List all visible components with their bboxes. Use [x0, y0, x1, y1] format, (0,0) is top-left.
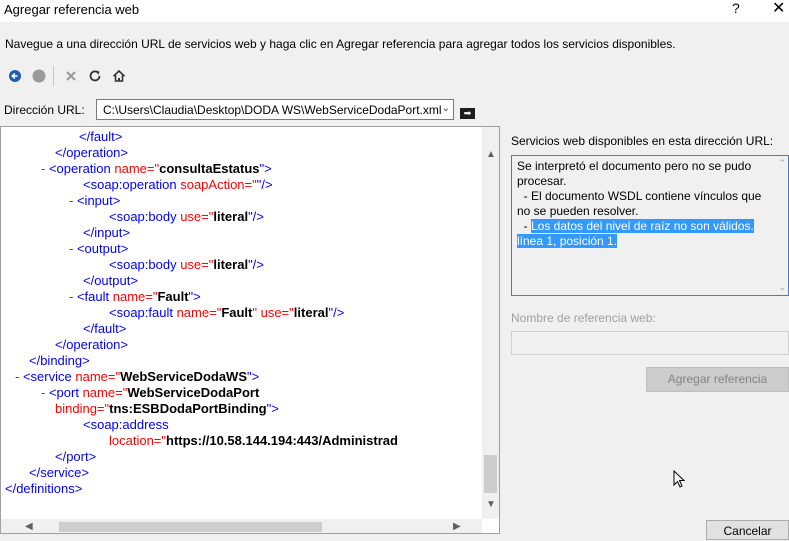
- xml-line: </input>: [83, 225, 130, 240]
- add-reference-button[interactable]: Agregar referencia: [646, 367, 789, 392]
- collapse-marker[interactable]: -: [69, 289, 73, 304]
- xml-line: - <port name="WebServiceDodaPort: [41, 385, 260, 400]
- xml-line: </output>: [83, 273, 138, 288]
- refname-input[interactable]: [511, 331, 789, 355]
- close-button[interactable]: ✕: [772, 0, 785, 18]
- toolbar-separator: [53, 66, 54, 86]
- xml-line: </service>: [29, 465, 89, 480]
- cancel-button[interactable]: Cancelar: [706, 520, 789, 540]
- chevron-down-icon[interactable]: ⌄: [442, 103, 450, 114]
- xml-line: - <fault name="Fault">: [69, 289, 201, 304]
- back-icon[interactable]: [6, 66, 24, 86]
- xml-line: </fault>: [83, 321, 127, 336]
- close-icon[interactable]: [62, 66, 80, 86]
- result-line: línea 1, posición 1.: [517, 234, 618, 249]
- chevron-down-icon[interactable]: ▼: [486, 499, 496, 510]
- vertical-scrollbar[interactable]: ▲ ▼: [482, 127, 499, 519]
- collapse-marker[interactable]: -: [69, 193, 73, 208]
- result-line: procesar.: [517, 174, 567, 188]
- refresh-icon[interactable]: [86, 66, 104, 86]
- help-button[interactable]: ?: [732, 0, 740, 16]
- xml-line: - <output>: [69, 241, 129, 256]
- xml-line: - <input>: [69, 193, 121, 208]
- selected-text[interactable]: Los datos del nivel de raíz no son válid…: [531, 219, 754, 233]
- address-label: Dirección URL:: [4, 103, 85, 117]
- horizontal-scrollbar[interactable]: ◀ ▶: [1, 519, 482, 533]
- collapse-marker[interactable]: -: [41, 385, 45, 400]
- xml-line: location="https://10.58.144.194:443/Admi…: [109, 433, 398, 448]
- chevron-down-icon[interactable]: ⌄: [778, 282, 786, 293]
- toolbar: [0, 66, 200, 88]
- xml-line: - <service name="WebServiceDodaWS">: [15, 369, 260, 384]
- chevron-right-icon[interactable]: ▶: [453, 521, 461, 532]
- go-button[interactable]: ➡: [460, 108, 475, 119]
- xml-line: - <operation name="consultaEstatus">: [41, 161, 272, 176]
- result-line: - El documento WSDL contiene vínculos qu…: [517, 189, 762, 203]
- xml-viewer[interactable]: </fault> </operation> - <operation name=…: [0, 126, 500, 534]
- xml-line: <soap:address: [83, 417, 169, 432]
- chevron-up-icon[interactable]: ▲: [486, 149, 496, 160]
- xml-line: <soap:fault name="Fault" use="literal"/>: [109, 305, 345, 320]
- xml-line: <soap:body use="literal"/>: [109, 209, 264, 224]
- address-combobox[interactable]: C:\Users\Claudia\Desktop\DODA WS\WebServ…: [96, 99, 454, 120]
- xml-line: </operation>: [55, 145, 129, 160]
- xml-line: <soap:body use="literal"/>: [109, 257, 264, 272]
- home-icon[interactable]: [110, 66, 128, 86]
- collapse-marker[interactable]: -: [41, 161, 45, 176]
- services-label: Servicios web disponibles en esta direcc…: [511, 134, 774, 148]
- selected-text[interactable]: línea 1, posición 1.: [517, 234, 618, 248]
- stop-icon[interactable]: [30, 66, 48, 86]
- title-bar: Agregar referencia web ? ✕: [0, 0, 789, 22]
- chevron-left-icon[interactable]: ◀: [25, 521, 33, 532]
- collapse-marker[interactable]: -: [15, 369, 19, 384]
- result-line: Se interpretó el documento pero no se pu…: [517, 159, 752, 173]
- xml-line: binding="tns:ESBDodaPortBinding">: [55, 401, 279, 416]
- result-line: - Los datos del nivel de raíz no son vál…: [517, 219, 754, 233]
- result-line: no se pueden resolver.: [517, 204, 639, 218]
- refname-label: Nombre de referencia web:: [511, 311, 656, 325]
- collapse-marker[interactable]: -: [69, 241, 73, 256]
- mouse-cursor-icon: [673, 470, 685, 488]
- scroll-thumb[interactable]: [59, 522, 322, 532]
- address-input[interactable]: C:\Users\Claudia\Desktop\DODA WS\WebServ…: [103, 103, 442, 117]
- scroll-thumb[interactable]: [484, 455, 497, 493]
- services-result-box[interactable]: Se interpretó el documento pero no se pu…: [511, 155, 789, 296]
- xml-line: </binding>: [29, 353, 90, 368]
- xml-line: </definitions>: [5, 481, 83, 496]
- xml-line: </operation>: [55, 337, 129, 352]
- xml-line: <soap:operation soapAction=""/>: [83, 177, 273, 192]
- chevron-up-icon[interactable]: ⌃: [778, 158, 786, 169]
- xml-line: </fault>: [79, 129, 123, 144]
- xml-line: </port>: [55, 449, 97, 464]
- window-title: Agregar referencia web: [4, 2, 140, 17]
- instructions-text: Navegue a una dirección URL de servicios…: [5, 37, 676, 51]
